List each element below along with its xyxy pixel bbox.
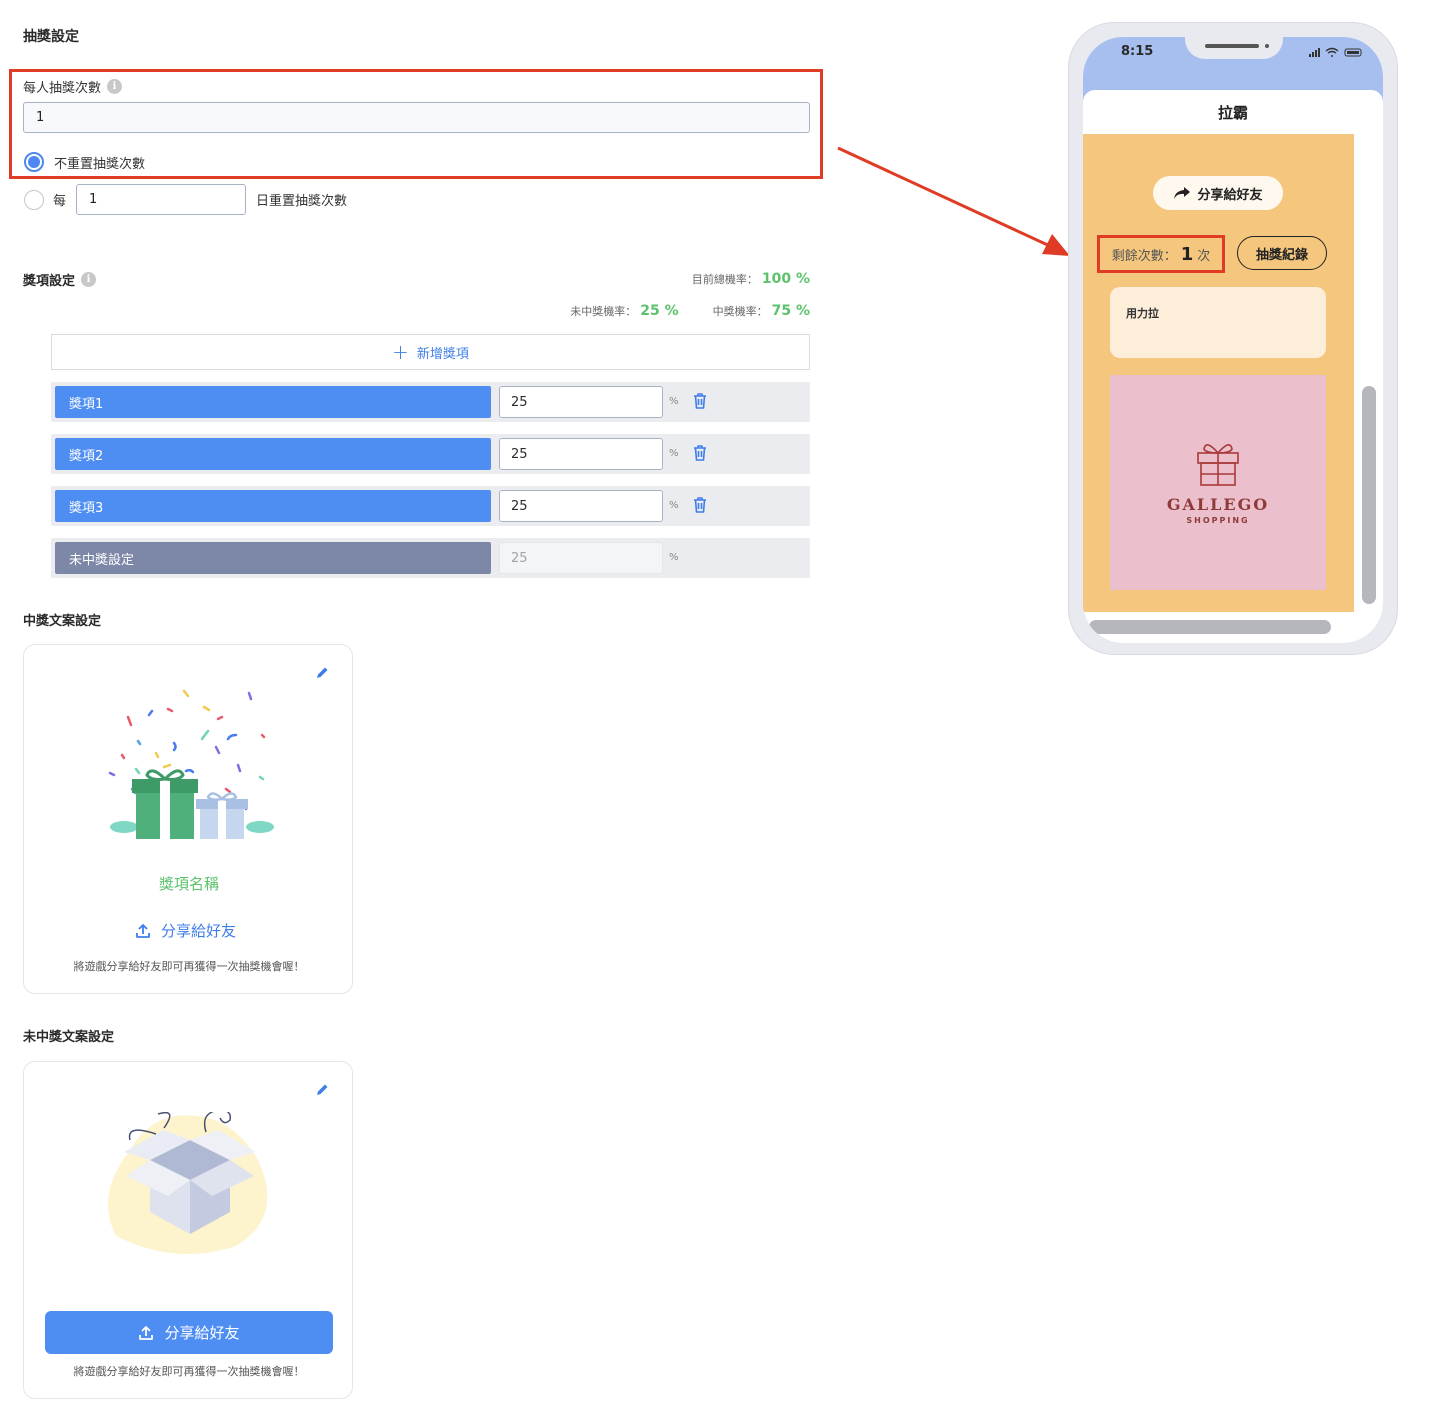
win-probability-label: 中獎機率： (712, 305, 768, 318)
probability-summary: 未中獎機率： 25 % 中獎機率： 75 % (570, 303, 810, 319)
vertical-scrollbar[interactable] (1362, 386, 1376, 604)
status-time: 8:15 (1121, 44, 1154, 59)
remaining-count: 剩餘次數： 1 次 (1097, 235, 1225, 273)
prize-probability-input[interactable]: 25 (499, 386, 663, 418)
prize-row: 獎項3 25 % (51, 486, 810, 526)
share-note: 將遊戲分享給好友即可再獲得一次抽獎機會喔！ (73, 1365, 305, 1378)
add-prize-button[interactable]: + 新增獎項 (51, 334, 810, 370)
pencil-icon[interactable] (314, 1082, 330, 1098)
share-link[interactable]: 分享給好友 (135, 920, 236, 941)
prize-row: 獎項2 25 % (51, 434, 810, 474)
info-icon[interactable]: i (107, 79, 123, 94)
prize-probability-input[interactable]: 25 (499, 438, 663, 470)
percent-sign: % (669, 500, 679, 511)
prize-probability-input[interactable]: 25 (499, 490, 663, 522)
settings-title: 抽獎設定 (23, 29, 79, 45)
brand-banner: GALLEGO SHOPPING (1110, 375, 1326, 590)
total-probability-value: 100 % (761, 271, 810, 287)
trash-icon[interactable] (692, 392, 708, 410)
win-copy-title: 中獎文案設定 (23, 614, 102, 629)
prize-settings-title-row: 獎項設定 i (23, 270, 97, 289)
phone-share-button[interactable]: 分享給好友 (1153, 176, 1283, 210)
daily-reset-radio[interactable] (24, 189, 44, 210)
daily-reset-days-input[interactable]: 1 (76, 184, 247, 215)
no-reset-option[interactable]: 不重置抽獎次數 (24, 152, 145, 172)
no-win-probability-input: 25 (499, 542, 663, 574)
pull-card[interactable]: 用力拉 (1110, 287, 1326, 358)
no-win-probability-label: 未中獎機率： (570, 305, 637, 318)
plus-icon: + (392, 340, 409, 364)
game-area: 分享給好友 剩餘次數： 1 次 抽獎紀錄 用力拉 GALLEGO SHOPPIN… (1083, 134, 1354, 612)
prize-name-field[interactable]: 獎項3 (55, 490, 491, 522)
trash-icon[interactable] (692, 444, 708, 462)
pencil-icon[interactable] (314, 665, 330, 681)
info-icon[interactable]: i (81, 272, 97, 287)
confetti-gift-illustration (108, 689, 274, 839)
records-button[interactable]: 抽獎紀錄 (1237, 236, 1327, 270)
vertical-scroll-track (1354, 134, 1383, 612)
lose-copy-card: 分享給好友 將遊戲分享給好友即可再獲得一次抽獎機會喔！ (23, 1061, 353, 1399)
percent-sign: % (669, 448, 679, 459)
prize-row: 獎項1 25 % (51, 382, 810, 422)
share-note: 將遊戲分享給好友即可再獲得一次抽獎機會喔！ (73, 960, 305, 973)
upload-icon (136, 923, 150, 938)
share-button-label: 分享給好友 (164, 1324, 240, 1342)
no-win-name-field: 未中獎設定 (55, 542, 491, 574)
prize-row-no-win: 未中獎設定 25 % (51, 538, 810, 578)
daily-reset-prefix: 每 (53, 194, 67, 209)
horizontal-scrollbar[interactable] (1089, 620, 1331, 634)
add-prize-label: 新增獎項 (416, 346, 469, 362)
status-icons (1309, 47, 1362, 57)
brand-sub: SHOPPING (1186, 516, 1250, 525)
percent-sign: % (669, 396, 679, 407)
no-win-probability-value: 25 % (640, 303, 679, 319)
remaining-unit: 次 (1197, 248, 1211, 264)
annotation-arrow (837, 146, 1070, 256)
remaining-label: 剩餘次數： (1111, 248, 1177, 264)
horizontal-scroll-track (1083, 612, 1383, 643)
screen-title: 拉霸 (1083, 90, 1383, 134)
empty-box-illustration (108, 1112, 268, 1254)
gift-logo-icon (1197, 444, 1239, 486)
no-reset-radio[interactable] (24, 152, 44, 172)
share-link-label: 分享給好友 (161, 922, 237, 940)
daily-reset-option[interactable]: 每 1 日重置抽獎次數 (24, 184, 347, 215)
total-probability: 目前總機率： 100 % (692, 271, 810, 287)
win-probability-value: 75 % (771, 303, 810, 319)
phone-notch (1185, 37, 1283, 59)
phone-screen: 8:15 拉霸 分享給好友 剩餘次數： 1 次 抽獎紀錄 用力拉 GALLEGO… (1083, 37, 1383, 643)
draws-per-person-label-row: 每人抽獎次數 i (23, 77, 123, 96)
share-button[interactable]: 分享給好友 (45, 1311, 333, 1354)
upload-icon (139, 1325, 154, 1340)
remaining-value: 1 (1180, 243, 1194, 265)
prize-name-text: 獎項名稱 (158, 875, 219, 893)
percent-sign: % (669, 552, 679, 563)
draws-per-person-label: 每人抽獎次數 (23, 81, 102, 96)
share-arrow-icon (1174, 187, 1191, 199)
draws-per-person-input[interactable]: 1 (23, 102, 810, 133)
trash-icon[interactable] (692, 496, 708, 514)
prize-settings-title: 獎項設定 (23, 274, 76, 289)
prize-name-field[interactable]: 獎項2 (55, 438, 491, 470)
phone-share-label: 分享給好友 (1197, 187, 1263, 203)
lose-copy-title: 未中獎文案設定 (23, 1030, 115, 1045)
phone-mockup: 8:15 拉霸 分享給好友 剩餘次數： 1 次 抽獎紀錄 用力拉 GALLEGO… (1068, 22, 1398, 655)
total-probability-label: 目前總機率： (691, 273, 758, 286)
prize-name-field[interactable]: 獎項1 (55, 386, 491, 418)
win-copy-card: 獎項名稱 分享給好友 將遊戲分享給好友即可再獲得一次抽獎機會喔！ (23, 644, 353, 994)
no-reset-label: 不重置抽獎次數 (54, 156, 146, 172)
daily-reset-suffix: 日重置抽獎次數 (256, 194, 348, 209)
brand-name: GALLEGO (1166, 495, 1270, 514)
